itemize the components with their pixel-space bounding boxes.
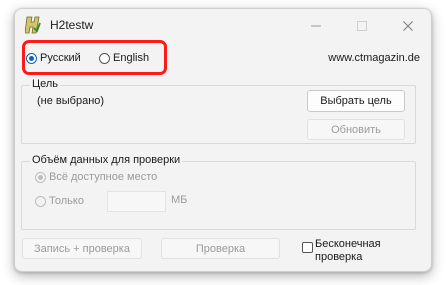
all-space-radio[interactable]: Всё доступное место	[35, 171, 157, 183]
minimize-button[interactable]	[293, 9, 339, 43]
website-link[interactable]: www.ctmagazin.de	[328, 52, 420, 64]
refresh-button[interactable]: Обновить	[307, 119, 405, 140]
language-highlight-box	[22, 40, 167, 75]
endless-verify-label-line2: проверка	[315, 251, 363, 263]
window-title: H2testw	[50, 18, 94, 32]
unit-mb-label: МБ	[171, 194, 188, 206]
endless-verify-label: Бесконечная проверка	[315, 238, 381, 264]
verify-button[interactable]: Проверка	[161, 238, 280, 259]
radio-selected-icon	[35, 171, 46, 183]
app-window: H2testw Русский English www.ctmagazin.de…	[14, 8, 432, 272]
only-amount-field[interactable]	[107, 191, 166, 212]
endless-verify-label-line1: Бесконечная	[315, 238, 381, 250]
target-group-label: Цель	[30, 78, 61, 90]
select-target-button[interactable]: Выбрать цель	[307, 90, 405, 112]
radio-unselected-icon	[35, 195, 46, 207]
h2testw-app-icon	[24, 16, 41, 34]
only-radio[interactable]: Только	[35, 195, 84, 207]
endless-verify-checkbox[interactable]	[302, 242, 313, 253]
close-button[interactable]	[385, 9, 431, 43]
only-label: Только	[49, 195, 84, 207]
close-icon	[403, 21, 413, 31]
minimize-icon	[311, 21, 321, 31]
maximize-icon	[357, 21, 367, 31]
maximize-button[interactable]	[339, 9, 385, 43]
all-space-label: Всё доступное место	[49, 171, 158, 183]
write-verify-button[interactable]: Запись + проверка	[22, 238, 142, 259]
data-volume-group-label: Объём данных для проверки	[30, 154, 183, 166]
title-bar[interactable]: H2testw	[15, 9, 431, 43]
target-status: (не выбрано)	[37, 95, 105, 107]
